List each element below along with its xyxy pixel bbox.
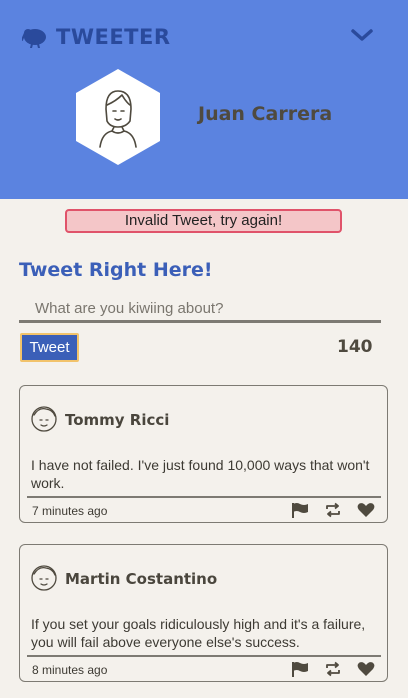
nav-brand[interactable]: TWEETER xyxy=(22,25,171,49)
compose-title: Tweet Right Here! xyxy=(19,259,213,281)
profile-name: Juan Carrera xyxy=(198,103,333,125)
error-alert: Invalid Tweet, try again! xyxy=(65,209,342,233)
tweet-input[interactable] xyxy=(19,297,381,323)
tweet-text: I have not failed. I've just found 10,00… xyxy=(31,457,370,491)
author-avatar-icon xyxy=(31,406,57,432)
retweet-icon[interactable] xyxy=(324,502,342,518)
user-avatar-icon xyxy=(76,69,160,165)
flag-icon[interactable] xyxy=(291,661,309,677)
chevron-down-icon[interactable] xyxy=(350,26,374,44)
tweet-actions xyxy=(291,502,375,518)
profile-header: TWEETER Juan Carrera xyxy=(0,0,408,199)
tweet-actions xyxy=(291,661,375,677)
heart-icon[interactable] xyxy=(357,661,375,677)
tweet-text: If you set your goals ridiculously high … xyxy=(31,616,366,650)
tweet-button[interactable]: Tweet xyxy=(20,333,79,362)
tweet-card: Martin Costantino If you set your goals … xyxy=(19,544,388,682)
card-divider xyxy=(27,496,381,498)
kiwi-bird-icon xyxy=(22,29,46,48)
author-avatar-icon xyxy=(31,565,57,591)
tweet-time: 8 minutes ago xyxy=(32,663,108,677)
tweet-time: 7 minutes ago xyxy=(32,504,108,518)
tweet-author: Tommy Ricci xyxy=(65,411,170,429)
flag-icon[interactable] xyxy=(291,502,309,518)
char-counter: 140 xyxy=(337,337,373,357)
brand-name: TWEETER xyxy=(56,25,171,49)
retweet-icon[interactable] xyxy=(324,661,342,677)
heart-icon[interactable] xyxy=(357,502,375,518)
card-divider xyxy=(27,655,381,657)
tweet-author: Martin Costantino xyxy=(65,570,218,588)
tweet-card: Tommy Ricci I have not failed. I've just… xyxy=(19,385,388,523)
